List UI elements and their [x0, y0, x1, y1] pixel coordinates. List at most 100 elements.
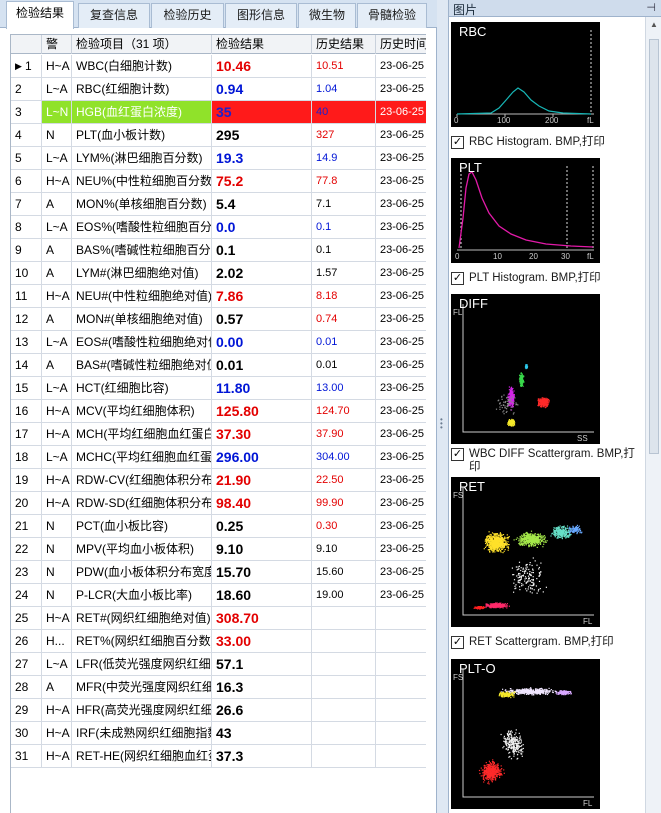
row-result: 9.10: [212, 538, 312, 560]
table-row[interactable]: 26 H... RET%(网织红细胞百分数) 33.00: [11, 630, 426, 653]
table-row[interactable]: 31H~ARET-HE(网织红细胞血红蛋白)37.3: [11, 745, 426, 768]
row-test-name: PLT(血小板计数): [72, 124, 212, 146]
plt-print-checkbox[interactable]: ✓: [451, 272, 464, 285]
table-row[interactable]: 16 H~A MCV(平均红细胞体积) 125.80 124.70 23-06-25: [11, 400, 426, 423]
row-flag: H~A: [42, 699, 72, 721]
table-row[interactable]: 10 A LYM#(淋巴细胞绝对值) 2.02 1.57 23-06-25: [11, 262, 426, 285]
table-row[interactable]: 2 L~A RBC(红细胞计数) 0.94 1.04 23-06-25: [11, 78, 426, 101]
diff-print-checkbox[interactable]: ✓: [451, 448, 464, 461]
table-row[interactable]: 3 L~N HGB(血红蛋白浓度) 35 40 23-06-25: [11, 101, 426, 124]
row-result: 0.94: [212, 78, 312, 100]
scroll-up-icon[interactable]: ▲: [650, 20, 658, 29]
tab-recheck-info[interactable]: 复查信息: [78, 3, 150, 28]
row-flag: H~A: [42, 400, 72, 422]
table-row[interactable]: 25 H~A RET#(网织红细胞绝对值) 308.70: [11, 607, 426, 630]
row-history-result: 8.18: [312, 285, 376, 307]
row-history-time: 23-06-25: [376, 55, 426, 77]
table-row[interactable]: 12 A MON#(单核细胞绝对值) 0.57 0.74 23-06-25: [11, 308, 426, 331]
row-history-result: 40: [312, 101, 376, 123]
table-row[interactable]: 15 L~A HCT(红细胞比容) 11.80 13.00 23-06-25: [11, 377, 426, 400]
table-row[interactable]: 8L~AEOS%(嗜酸性粒细胞百分数)0.00.123-06-25: [11, 216, 426, 239]
row-history-result: [312, 699, 376, 721]
tab-test-results[interactable]: 检验结果: [6, 1, 74, 29]
row-history-time: 23-06-25: [376, 239, 426, 261]
wbc-diff-scattergram-image[interactable]: DIFF FL SS: [451, 294, 600, 444]
table-row[interactable]: 20H~ARDW-SD(红细胞体积分布宽度)98.4099.9023-06-25: [11, 492, 426, 515]
header-history-time[interactable]: 历史时间: [376, 35, 426, 54]
table-row[interactable]: 18L~AMCHC(平均红细胞血红蛋白浓度)296.00304.0023-06-…: [11, 446, 426, 469]
ret-scattergram-image[interactable]: RET FS FL: [451, 477, 600, 627]
table-row[interactable]: 19H~ARDW-CV(红细胞体积分布宽度)21.9022.5023-06-25: [11, 469, 426, 492]
table-row[interactable]: 28AMFR(中荧光强度网织红细胞)16.3: [11, 676, 426, 699]
rbc-histogram-image[interactable]: RBC 0 100 200 fL: [451, 22, 600, 127]
row-index: 22: [11, 538, 42, 560]
row-flag: N: [42, 124, 72, 146]
row-result: 296.00: [212, 446, 312, 468]
images-panel: 图片 ⊣ ▲ RBC 0 100 200 fL ✓ RBC Histogram.…: [448, 0, 661, 813]
row-history-result: 9.10: [312, 538, 376, 560]
row-result: 21.90: [212, 469, 312, 491]
panel-splitter[interactable]: • • •: [437, 0, 448, 813]
row-flag: L~A: [42, 147, 72, 169]
header-test-item[interactable]: 检验项目（31 项）: [72, 35, 212, 54]
plt-o-scattergram-image[interactable]: PLT-O FS FL: [451, 659, 600, 809]
table-row[interactable]: 27 L~A LFR(低荧光强度网织红细胞) 57.1: [11, 653, 426, 676]
ret-print-checkbox[interactable]: ✓: [451, 636, 464, 649]
header-history-result[interactable]: 历史结果: [312, 35, 376, 54]
table-row[interactable]: 23 N PDW(血小板体积分布宽度) 15.70 15.60 23-06-25: [11, 561, 426, 584]
row-test-name: MCV(平均红细胞体积): [72, 400, 212, 422]
diff-caption-text: WBC DIFF Scattergram. BMP,打印: [469, 448, 635, 473]
row-history-time: 23-06-25: [376, 170, 426, 192]
scrollbar-thumb[interactable]: [649, 39, 659, 454]
header-flag[interactable]: 警: [42, 35, 72, 54]
table-row[interactable]: 17H~AMCH(平均红细胞血红蛋白含量)37.3037.9023-06-25: [11, 423, 426, 446]
row-result: 15.70: [212, 561, 312, 583]
tab-graph-info[interactable]: 图形信息: [225, 3, 297, 28]
table-row[interactable]: 14 A BAS#(嗜碱性粒细胞绝对值) 0.01 0.01 23-06-25: [11, 354, 426, 377]
table-row[interactable]: 29H~AHFR(高荧光强度网织红细胞)26.6: [11, 699, 426, 722]
row-history-time: 23-06-25: [376, 78, 426, 100]
tab-test-history[interactable]: 检验历史: [151, 3, 224, 28]
tab-bone-marrow[interactable]: 骨髓检验: [357, 3, 427, 28]
row-test-name: MON#(单核细胞绝对值): [72, 308, 212, 330]
table-row[interactable]: 21 N PCT(血小板比容) 0.25 0.30 23-06-25: [11, 515, 426, 538]
row-test-name: RDW-SD(红细胞体积分布宽度): [72, 492, 212, 514]
plt-o-plot-title: PLT-O: [459, 661, 496, 676]
table-row[interactable]: 30 H~A IRF(未成熟网织红细胞指数) 43: [11, 722, 426, 745]
row-index: 8: [11, 216, 42, 238]
row-test-name: EOS%(嗜酸性粒细胞百分数): [72, 216, 212, 238]
row-flag: H~A: [42, 607, 72, 629]
row-result: 33.00: [212, 630, 312, 652]
plt-histogram-image[interactable]: PLT 0 10 20 30 fL: [451, 158, 600, 263]
row-index: 10: [11, 262, 42, 284]
row-index: 20: [11, 492, 42, 514]
ret-caption-text: RET Scattergram. BMP,打印: [469, 636, 614, 648]
header-result[interactable]: 检验结果: [212, 35, 312, 54]
row-result: 57.1: [212, 653, 312, 675]
rbc-print-checkbox[interactable]: ✓: [451, 136, 464, 149]
images-scrollbar[interactable]: ▲: [645, 17, 661, 813]
table-row[interactable]: 24 N P-LCR(大血小板比率) 18.60 19.00 23-06-25: [11, 584, 426, 607]
tab-microbiology[interactable]: 微生物: [298, 3, 356, 28]
row-flag: A: [42, 676, 72, 698]
table-row[interactable]: 6 H~A NEU%(中性粒细胞百分数) 75.2 77.8 23-06-25: [11, 170, 426, 193]
table-row[interactable]: 4 N PLT(血小板计数) 295 327 23-06-25: [11, 124, 426, 147]
table-row[interactable]: 1 H~A WBC(白细胞计数) 10.46 10.51 23-06-25 ▶: [11, 55, 426, 78]
row-index: 29: [11, 699, 42, 721]
row-history-result: 0.30: [312, 515, 376, 537]
row-index: 17: [11, 423, 42, 445]
pin-icon[interactable]: ⊣: [646, 1, 656, 14]
table-row[interactable]: 13 L~A EOS#(嗜酸性粒细胞绝对值) 0.00 0.01 23-06-25: [11, 331, 426, 354]
row-flag: L~A: [42, 78, 72, 100]
table-row[interactable]: 11 H~A NEU#(中性粒细胞绝对值) 7.86 8.18 23-06-25: [11, 285, 426, 308]
row-history-result: 304.00: [312, 446, 376, 468]
table-row[interactable]: 22 N MPV(平均血小板体积) 9.10 9.10 23-06-25: [11, 538, 426, 561]
row-history-result: 0.01: [312, 354, 376, 376]
table-row[interactable]: 7 A MON%(单核细胞百分数) 5.4 7.1 23-06-25: [11, 193, 426, 216]
row-index: 16: [11, 400, 42, 422]
table-row[interactable]: 9 A BAS%(嗜碱性粒细胞百分数) 0.1 0.1 23-06-25: [11, 239, 426, 262]
row-index: 2: [11, 78, 42, 100]
row-history-result: 99.90: [312, 492, 376, 514]
row-history-time: 23-06-25: [376, 492, 426, 514]
table-row[interactable]: 5 L~A LYM%(淋巴细胞百分数) 19.3 14.9 23-06-25: [11, 147, 426, 170]
